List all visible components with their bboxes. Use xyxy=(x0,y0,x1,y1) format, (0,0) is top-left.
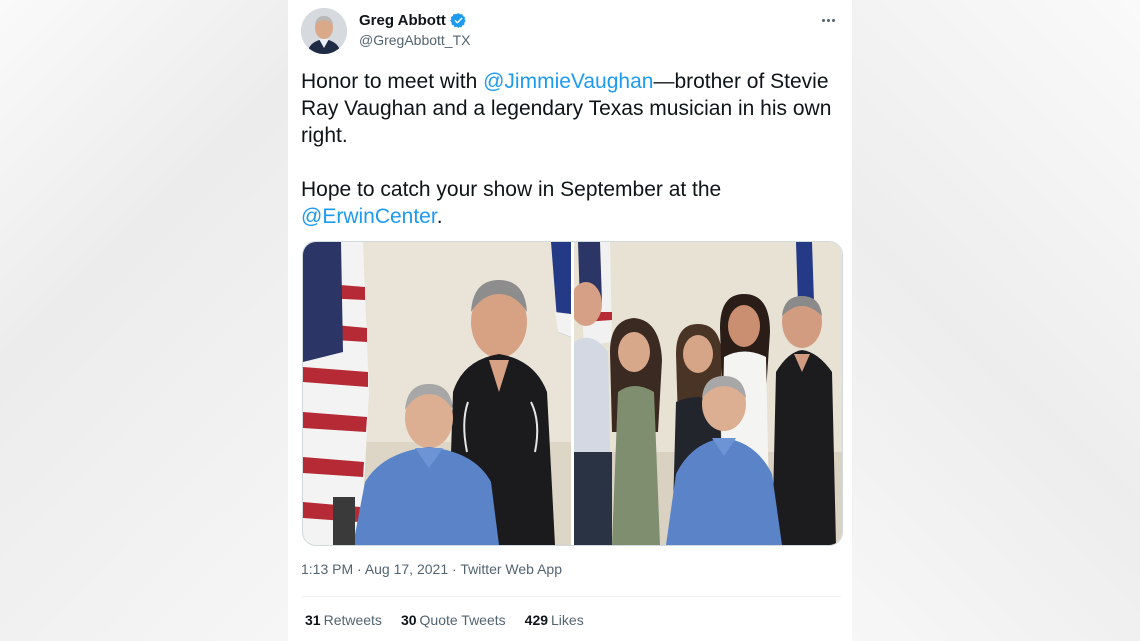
tweet-stats: 31 Retweets 30 Quote Tweets 429 Likes xyxy=(305,612,584,628)
photo-1[interactable] xyxy=(303,242,571,545)
mention-erwincenter[interactable]: @ErwinCenter xyxy=(301,205,437,228)
meta-separator: · xyxy=(448,561,461,577)
quote-tweets-count: 30 xyxy=(400,612,417,628)
photo-2[interactable] xyxy=(574,242,842,545)
retweets-stat[interactable]: 31 Retweets xyxy=(305,612,382,628)
mention-jimmievaughan[interactable]: @JimmieVaughan xyxy=(483,70,653,93)
author-name-row: Greg Abbott xyxy=(359,12,467,29)
avatar[interactable] xyxy=(301,8,347,54)
tweet-card: Greg Abbott @GregAbbott_TX Honor to meet… xyxy=(288,0,852,641)
background-left xyxy=(0,0,288,641)
retweets-count: 31 xyxy=(305,612,321,628)
tweet-meta: 1:13 PM · Aug 17, 2021 · Twitter Web App xyxy=(301,561,562,577)
retweets-label: Retweets xyxy=(323,612,382,628)
tweet-text-part: . xyxy=(436,205,443,228)
quote-tweets-label: Quote Tweets xyxy=(419,612,506,628)
quote-tweets-stat[interactable]: 30 Quote Tweets xyxy=(401,612,506,628)
background-right xyxy=(850,0,1140,641)
tweet-time[interactable]: 1:13 PM xyxy=(301,561,353,577)
likes-count: 429 xyxy=(524,612,549,628)
meta-separator: · xyxy=(353,561,365,577)
tweet-paragraph-1: Honor to meet with @JimmieVaughan—brothe… xyxy=(301,68,841,149)
tweet-text-part: Honor to meet with xyxy=(301,70,484,93)
tweet-paragraph-2: Hope to catch your show in September at … xyxy=(301,176,841,230)
likes-stat[interactable]: 429 Likes xyxy=(525,612,584,628)
verified-badge-icon xyxy=(450,13,466,28)
more-horizontal-icon[interactable] xyxy=(816,8,840,32)
tweet-text: Honor to meet with @JimmieVaughan—brothe… xyxy=(301,68,841,230)
author-handle[interactable]: @GregAbbott_TX xyxy=(359,32,471,48)
likes-label: Likes xyxy=(551,612,584,628)
tweet-source[interactable]: Twitter Web App xyxy=(460,561,562,577)
tweet-media xyxy=(302,241,843,546)
divider xyxy=(301,596,841,597)
tweet-date[interactable]: Aug 17, 2021 xyxy=(365,561,448,577)
author-name[interactable]: Greg Abbott xyxy=(359,12,446,29)
tweet-text-part: Hope to catch your show in September at … xyxy=(301,178,722,201)
